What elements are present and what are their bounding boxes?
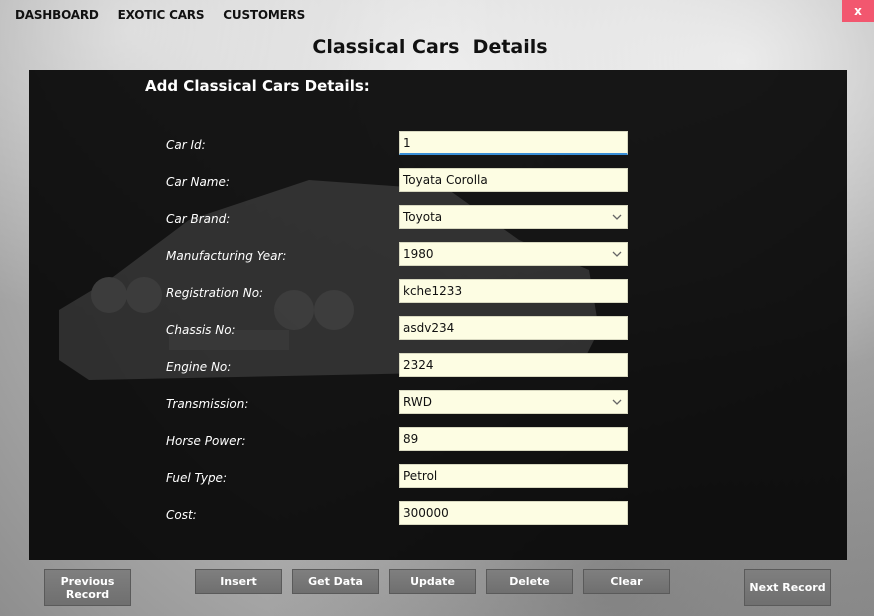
- car-brand-select[interactable]: Toyota: [399, 205, 628, 229]
- manufacturing-year-select[interactable]: 1980: [399, 242, 628, 266]
- manufacturing-year-value: 1980: [403, 247, 434, 261]
- car-name-field[interactable]: Toyata Corolla: [399, 168, 628, 192]
- engine-no-label: Engine No:: [166, 360, 232, 374]
- nav-exotic-cars[interactable]: EXOTIC CARS: [118, 8, 205, 24]
- fuel-type-label: Fuel Type:: [166, 471, 227, 485]
- cost-field[interactable]: 300000: [399, 501, 628, 525]
- transmission-value: RWD: [403, 395, 432, 409]
- fuel-type-field[interactable]: Petrol: [399, 464, 628, 488]
- horse-power-field[interactable]: 89: [399, 427, 628, 451]
- manufacturing-year-label: Manufacturing Year:: [166, 249, 287, 263]
- chassis-no-field[interactable]: asdv234: [399, 316, 628, 340]
- insert-button[interactable]: Insert: [195, 569, 282, 594]
- cost-label: Cost:: [166, 508, 197, 522]
- form-heading: Add Classical Cars Details:: [145, 77, 370, 95]
- clear-button[interactable]: Clear: [583, 569, 670, 594]
- registration-no-field[interactable]: kche1233: [399, 279, 628, 303]
- get-data-button[interactable]: Get Data: [292, 569, 379, 594]
- chevron-down-icon: [612, 214, 622, 220]
- page-title: Classical Cars Details: [312, 36, 548, 58]
- nav-dashboard[interactable]: DASHBOARD: [15, 8, 99, 24]
- close-icon: x: [854, 4, 862, 18]
- transmission-label: Transmission:: [166, 397, 249, 411]
- form-panel: Add Classical Cars Details: Car Id: 1 Ca…: [29, 70, 847, 560]
- close-button[interactable]: x: [842, 0, 874, 22]
- car-id-field[interactable]: 1: [399, 131, 628, 155]
- previous-record-button[interactable]: Previous Record: [44, 569, 131, 606]
- chassis-no-label: Chassis No:: [166, 323, 236, 337]
- registration-no-label: Registration No:: [166, 286, 264, 300]
- nav-customers[interactable]: CUSTOMERS: [223, 8, 305, 24]
- car-name-label: Car Name:: [166, 175, 230, 189]
- delete-button[interactable]: Delete: [486, 569, 573, 594]
- top-navigation: DASHBOARD EXOTIC CARS CUSTOMERS: [15, 8, 305, 24]
- update-button[interactable]: Update: [389, 569, 476, 594]
- car-id-label: Car Id:: [166, 138, 206, 152]
- car-brand-value: Toyota: [403, 210, 443, 224]
- transmission-select[interactable]: RWD: [399, 390, 628, 414]
- chevron-down-icon: [612, 399, 622, 405]
- car-brand-label: Car Brand:: [166, 212, 231, 226]
- engine-no-field[interactable]: 2324: [399, 353, 628, 377]
- chevron-down-icon: [612, 251, 622, 257]
- next-record-button[interactable]: Next Record: [744, 569, 831, 606]
- horse-power-label: Horse Power:: [166, 434, 246, 448]
